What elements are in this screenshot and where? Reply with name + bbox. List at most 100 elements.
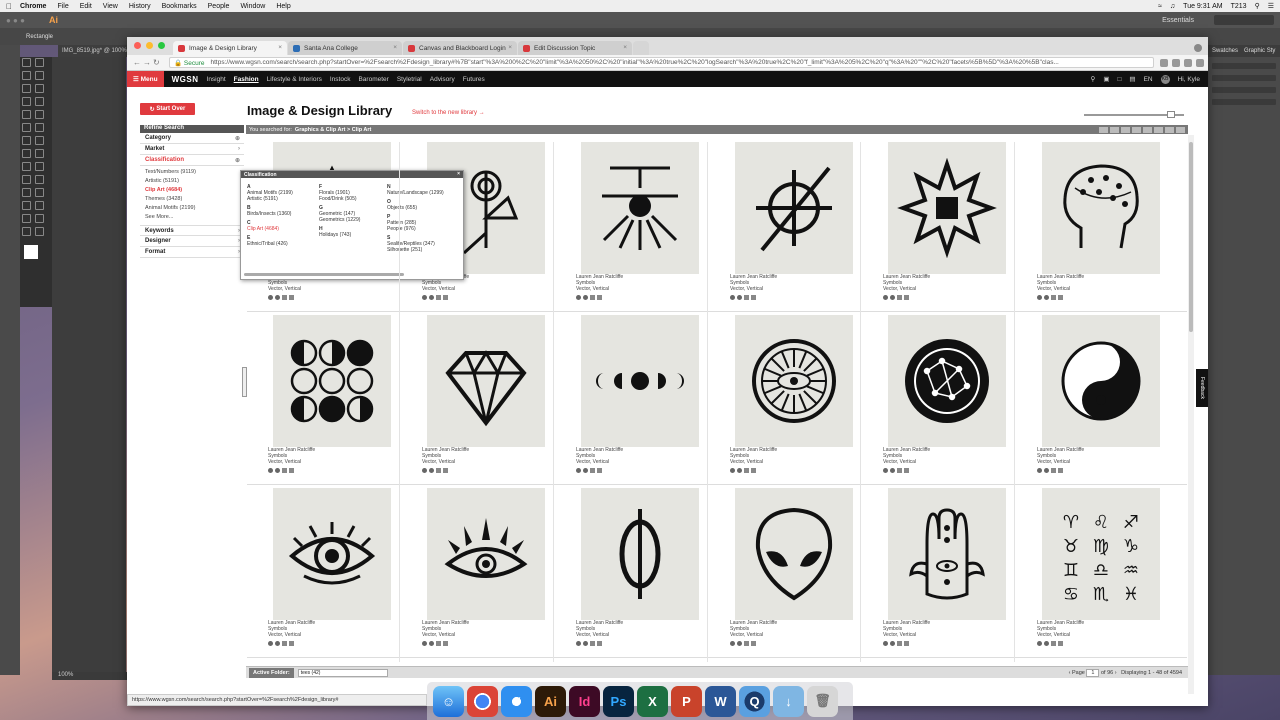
popup-option[interactable]: Geometrics (1229)	[319, 217, 360, 223]
wgsn-logo[interactable]: WGSN	[172, 75, 199, 84]
pencil-tool-icon[interactable]	[22, 123, 31, 132]
next-page-icon[interactable]: ›	[1115, 670, 1117, 676]
popup-option[interactable]: Birds/Insects (1360)	[247, 211, 293, 217]
menu-button[interactable]: ☰ Menu	[127, 71, 164, 87]
result-card[interactable]: Lauren Jean RatcliffeSymbolsVector, Vert…	[1016, 142, 1166, 312]
tab-image-design-library[interactable]: Image & Design Library ×	[173, 41, 287, 55]
zoom-icon[interactable]	[268, 641, 273, 646]
trash-icon[interactable]: 🗑	[807, 685, 838, 717]
excel-icon[interactable]: X	[637, 685, 668, 717]
select-all-icon[interactable]	[1132, 126, 1141, 133]
result-card[interactable]: Lauren Jean RatcliffeSymbolsVector, Vert…	[555, 315, 705, 485]
info-icon[interactable]	[890, 641, 895, 646]
result-thumbnail[interactable]: ♈ ♌ ♐ ♉ ♍ ♑ ♊ ♎ ♒ ♋ ♏ ♓	[1042, 488, 1160, 620]
folder-add-icon[interactable]	[1165, 126, 1174, 133]
add-to-folder-icon[interactable]	[282, 468, 287, 473]
info-icon[interactable]	[737, 468, 742, 473]
see-more-link[interactable]: See More...	[140, 213, 244, 222]
briefcase-icon[interactable]: ▣	[1103, 75, 1109, 83]
language-selector[interactable]: EN	[1144, 76, 1153, 83]
info-icon[interactable]	[429, 295, 434, 300]
menu-window[interactable]: Window	[240, 3, 265, 10]
zoom-icon[interactable]	[1037, 295, 1042, 300]
chrome-icon[interactable]	[467, 685, 498, 717]
extension-icon[interactable]	[1184, 58, 1192, 67]
nav-lifestyle-interiors[interactable]: Lifestyle & Interiors	[267, 76, 322, 83]
switch-library-link[interactable]: Switch to the new library →	[412, 110, 485, 116]
result-card[interactable]: Lauren Jean RatcliffeSymbolsVector, Vert…	[709, 488, 859, 658]
scrollbar-thumb[interactable]	[1189, 142, 1193, 332]
perspective-tool-icon[interactable]	[35, 162, 44, 171]
add-to-folder-icon[interactable]	[282, 641, 287, 646]
result-card[interactable]: Lauren Jean RatcliffeSymbolsVector, Vert…	[401, 315, 551, 485]
gradient-tool-icon[interactable]	[35, 175, 44, 184]
prev-page-icon[interactable]: ‹	[1069, 670, 1071, 676]
result-thumbnail[interactable]	[581, 142, 699, 274]
selection-tool-icon[interactable]	[22, 58, 31, 67]
user-name[interactable]: T213	[1231, 3, 1247, 10]
zoom-icon[interactable]	[730, 641, 735, 646]
facet-classification[interactable]: Classification ⊕	[140, 155, 244, 166]
page-input[interactable]: 1	[1086, 668, 1100, 677]
download-icon[interactable]	[289, 295, 294, 300]
add-to-folder-icon[interactable]	[1051, 295, 1056, 300]
add-to-folder-icon[interactable]	[1051, 468, 1056, 473]
maximize-window-icon[interactable]	[158, 42, 165, 49]
close-tab-icon[interactable]: ×	[393, 44, 397, 51]
add-to-folder-icon[interactable]	[590, 641, 595, 646]
add-to-folder-icon[interactable]	[744, 468, 749, 473]
info-icon[interactable]	[737, 295, 742, 300]
info-icon[interactable]	[1044, 295, 1049, 300]
workspace-switcher[interactable]: Essentials	[1162, 17, 1194, 24]
download-icon[interactable]	[289, 641, 294, 646]
url-field[interactable]: 🔒 Secure https://www.wgsn.com/search/sea…	[169, 57, 1154, 68]
spotlight-icon[interactable]: ⚲	[1255, 2, 1260, 10]
graphic-styles-tab[interactable]: Graphic Sty	[1244, 48, 1275, 54]
download-icon[interactable]	[751, 641, 756, 646]
tab-santa-ana-college[interactable]: Santa Ana College ×	[288, 41, 402, 55]
close-tab-icon[interactable]: ×	[508, 44, 512, 51]
close-tab-icon[interactable]: ×	[278, 44, 282, 51]
info-icon[interactable]	[737, 641, 742, 646]
search-icon[interactable]	[1160, 58, 1168, 67]
download-icon[interactable]	[1058, 641, 1063, 646]
zoom-icon[interactable]	[268, 468, 273, 473]
list-view-icon[interactable]	[1099, 126, 1108, 133]
wifi-icon[interactable]: ≈	[1158, 3, 1162, 10]
result-thumbnail[interactable]	[888, 488, 1006, 620]
lasso-tool-icon[interactable]	[35, 71, 44, 80]
menu-view[interactable]: View	[103, 3, 118, 10]
add-to-folder-icon[interactable]	[897, 641, 902, 646]
zoom-icon[interactable]	[268, 295, 273, 300]
user-greeting[interactable]: Hi, Kyle	[1178, 76, 1200, 83]
secure-label[interactable]: 🔒 Secure	[174, 59, 205, 67]
facet-option[interactable]: Animal Motifs (2199)	[140, 204, 244, 213]
rotate-tool-icon[interactable]	[22, 136, 31, 145]
reload-icon[interactable]: ↻	[153, 58, 163, 67]
graph-tool-icon[interactable]	[35, 201, 44, 210]
download-icon[interactable]	[1058, 468, 1063, 473]
downloads-folder-icon[interactable]: ↓	[773, 685, 804, 717]
download-icon[interactable]	[751, 468, 756, 473]
profile-icon[interactable]	[1194, 44, 1202, 52]
line-tool-icon[interactable]	[35, 97, 44, 106]
hand-tool-icon[interactable]	[22, 227, 31, 236]
swatches-tab[interactable]: Swatches	[1212, 48, 1238, 54]
eyedropper-tool-icon[interactable]	[22, 188, 31, 197]
folder-icon[interactable]: □	[1117, 76, 1121, 83]
info-icon[interactable]	[583, 468, 588, 473]
clipboard-icon[interactable]: ▤	[1129, 75, 1135, 83]
result-thumbnail[interactable]	[427, 315, 545, 447]
result-thumbnail[interactable]	[427, 488, 545, 620]
print-icon[interactable]	[1143, 126, 1152, 133]
menu-list-icon[interactable]: ☰	[1268, 2, 1274, 10]
result-thumbnail[interactable]	[888, 315, 1006, 447]
info-icon[interactable]	[890, 295, 895, 300]
paintbrush-tool-icon[interactable]	[35, 110, 44, 119]
result-card[interactable]: Lauren Jean RatcliffeSymbolsVector, Vert…	[709, 315, 859, 485]
nav-fashion[interactable]: Fashion	[234, 76, 259, 83]
detail-view-icon[interactable]	[1121, 126, 1130, 133]
new-tab-button[interactable]	[633, 41, 649, 55]
popup-option[interactable]: Holidays (743)	[319, 232, 360, 238]
shape-builder-tool-icon[interactable]	[22, 162, 31, 171]
